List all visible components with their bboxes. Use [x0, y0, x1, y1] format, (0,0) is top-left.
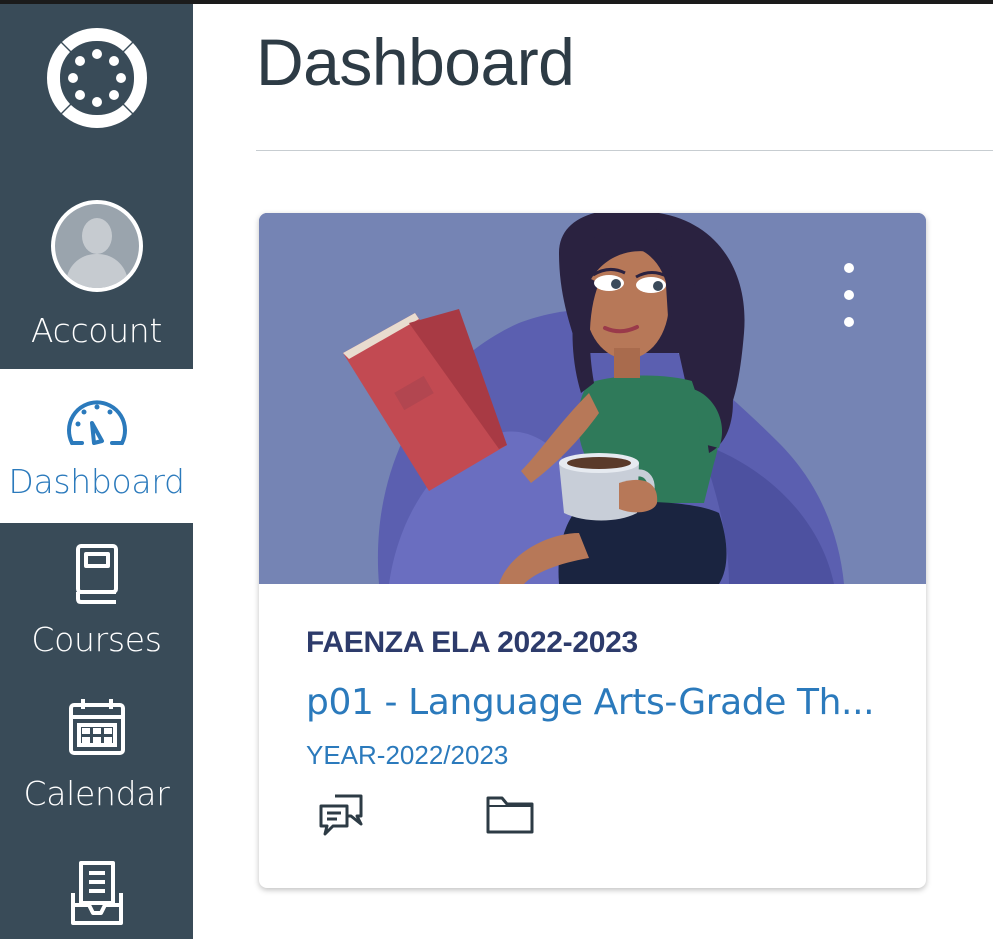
avatar — [50, 200, 143, 292]
nav-calendar-label: Calendar — [23, 774, 170, 813]
course-name-link[interactable]: p01 - Language Arts-Grade Th... — [306, 682, 886, 723]
kebab-dot-icon — [844, 290, 854, 300]
canvas-logo-link[interactable] — [0, 22, 193, 140]
page-title: Dashboard — [256, 25, 575, 99]
discussions-icon — [319, 794, 363, 836]
discussions-link[interactable] — [317, 792, 365, 843]
course-card-body: FAENZA ELA 2022-2023 p01 - Language Arts… — [259, 584, 926, 888]
course-term: FAENZA ELA 2022-2023 — [306, 626, 638, 659]
nav-courses-label: Courses — [31, 620, 162, 659]
nav-item-courses[interactable]: Courses — [0, 523, 193, 673]
nav-dashboard-label: Dashboard — [8, 462, 185, 501]
kebab-dot-icon — [844, 317, 854, 327]
kebab-dot-icon — [844, 263, 854, 273]
card-options-button[interactable] — [837, 263, 861, 327]
courses-icon — [75, 544, 118, 604]
header-divider — [256, 150, 993, 151]
nav-item-dashboard[interactable]: Dashboard — [0, 369, 193, 523]
course-card-hero[interactable] — [259, 213, 926, 584]
course-code: YEAR-2022/2023 — [306, 740, 509, 770]
calendar-icon — [68, 699, 125, 755]
inbox-icon — [70, 861, 123, 925]
nav-account-label: Account — [30, 311, 163, 350]
canvas-logo-icon — [46, 27, 147, 129]
course-card-image — [259, 213, 926, 584]
nav-item-calendar[interactable]: Calendar — [0, 673, 193, 831]
nav-item-inbox[interactable] — [0, 831, 193, 939]
files-link[interactable] — [485, 792, 535, 841]
files-icon — [486, 796, 534, 834]
nav-item-account[interactable]: Account — [0, 200, 193, 370]
dashboard-icon — [66, 400, 127, 445]
global-navigation: Account Dashboard Courses Calendar — [0, 4, 193, 939]
course-card[interactable]: FAENZA ELA 2022-2023 p01 - Language Arts… — [259, 213, 926, 888]
